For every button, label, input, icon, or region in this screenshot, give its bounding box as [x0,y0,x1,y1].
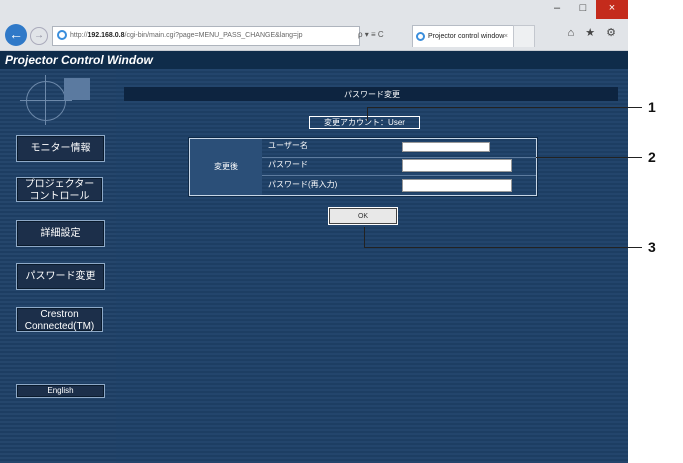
page-title: パスワード変更 [344,90,400,99]
browser-window: – □ × ← → http://192.168.0.8/cgi-bin/mai… [0,0,628,463]
callout-2-line [536,157,642,158]
account-display: 変更アカウント：User [309,116,420,129]
toolbar-icons[interactable]: ⌂ ★ ⚙ [568,26,620,39]
url-prefix: http:// [70,32,88,39]
password-row: パスワード [262,156,536,176]
account-value: User [388,118,405,127]
maximize-button[interactable]: □ [570,0,596,19]
browser-tab[interactable]: Projector control window × [412,25,514,47]
url-host: 192.168.0.8 [87,32,125,39]
callout-2-number: 2 [648,149,656,165]
tab-close-icon[interactable]: × [504,26,508,47]
title-bar: – □ × [0,0,628,19]
account-label: 変更アカウント [324,118,381,127]
ie-page-icon [57,30,67,41]
password-form: 変更後 ユーザー名 パスワード パスワード(再入力) [189,138,537,196]
address-bar[interactable]: http://192.168.0.8/cgi-bin/main.cgi?page… [52,26,360,46]
password-confirm-input[interactable] [402,179,512,192]
url-path: /cgi-bin/main.cgi?page=MENU_PASS_CHANGE&… [124,32,303,39]
form-section-label: 変更後 [190,139,262,195]
projector-logo [20,75,94,125]
new-tab-button[interactable] [513,25,535,47]
sidebar-item-crestron[interactable]: Crestron Connected(TM) [16,307,103,332]
sidebar-item-advanced-settings[interactable]: 詳細設定 [16,220,105,247]
navigation-bar: ← → http://192.168.0.8/cgi-bin/main.cgi?… [0,19,628,51]
sidebar-item-english[interactable]: English [16,384,105,398]
back-button[interactable]: ← [5,24,27,46]
password-label: パスワード [268,160,308,169]
sidebar-item-monitor-info[interactable]: モニター情報 [16,135,105,162]
account-separator: ： [380,118,389,127]
username-label: ユーザー名 [268,141,308,150]
close-window-button[interactable]: × [596,0,628,19]
tab-title: Projector control window [428,33,505,40]
password-input[interactable] [402,159,512,172]
password-confirm-row: パスワード(再入力) [262,175,536,195]
callout-1-line [367,107,642,108]
callout-1-number: 1 [648,99,656,115]
forward-button[interactable]: → [30,27,48,45]
minimize-button[interactable]: – [544,0,570,19]
page-content: Projector Control Window モニター情報 プロジェクター … [0,51,628,463]
ok-button[interactable]: OK [329,208,397,224]
callout-3-number: 3 [648,239,656,255]
sidebar-item-projector-control[interactable]: プロジェクター コントロール [16,177,103,202]
app-header: Projector Control Window [0,51,628,69]
callout-3-line [364,247,642,248]
password-confirm-label: パスワード(再入力) [268,180,338,189]
callout-3-line-vertical [364,227,365,247]
ie-tab-icon [416,31,425,41]
main-panel: パスワード変更 変更アカウント：User 変更後 ユーザー名 パスワード パスワ… [116,69,628,463]
sidebar: モニター情報 プロジェクター コントロール 詳細設定 パスワード変更 Crest… [0,69,116,463]
window-controls: – □ × [544,0,628,19]
callout-1-line-vertical [367,107,368,121]
sidebar-item-password-change[interactable]: パスワード変更 [16,263,105,290]
address-tools[interactable]: ρ ▾ ≡ C [358,26,410,44]
username-input[interactable] [402,142,490,152]
